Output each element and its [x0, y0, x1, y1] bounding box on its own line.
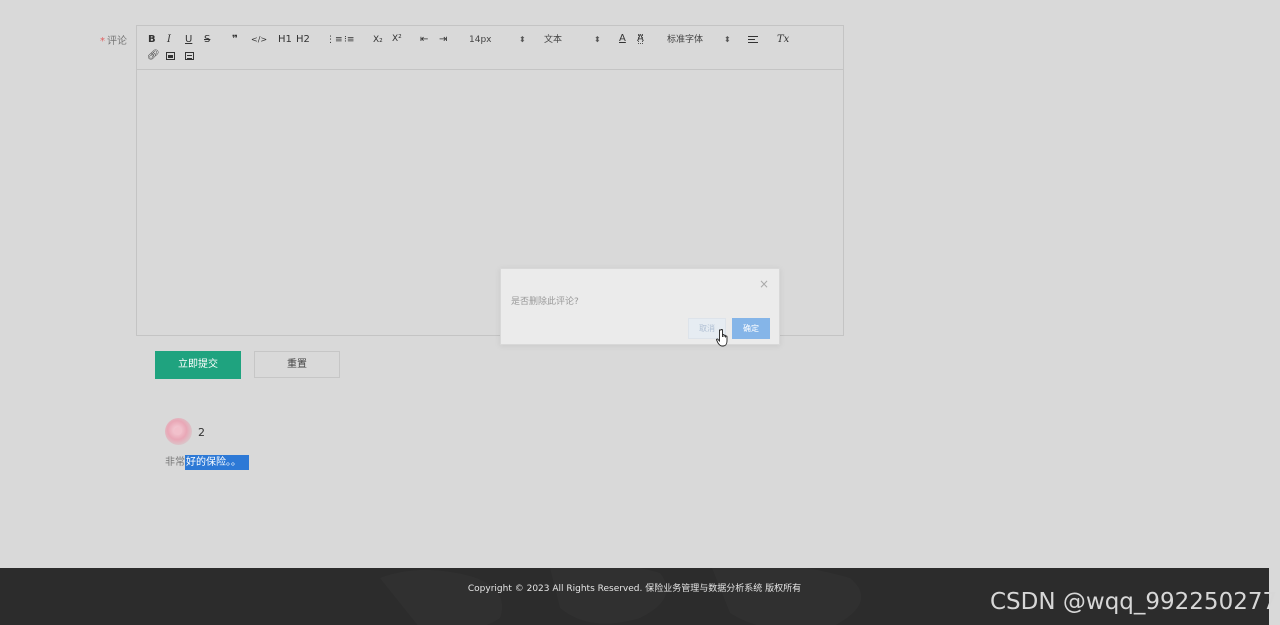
header-1-button[interactable]: H1: [278, 34, 292, 46]
hand-cursor-icon: [716, 329, 728, 347]
underline-button[interactable]: U: [185, 34, 192, 46]
avatar: [165, 418, 192, 445]
bold-button[interactable]: B: [148, 34, 156, 46]
submit-button[interactable]: 立即提交: [155, 351, 241, 379]
outdent-button[interactable]: ⇤: [420, 34, 428, 46]
subscript-button[interactable]: X₂: [373, 34, 383, 46]
link-icon[interactable]: 🔗︎: [147, 50, 160, 62]
indent-button[interactable]: ⇥: [439, 34, 447, 46]
font-family-arrow-icon: ⬍: [724, 35, 731, 44]
required-star: *: [100, 36, 105, 47]
blockquote-button[interactable]: ❞: [232, 34, 238, 46]
close-icon[interactable]: ×: [759, 277, 769, 291]
reset-button[interactable]: 重置: [254, 351, 340, 378]
video-icon[interactable]: [185, 52, 194, 60]
header-2-button[interactable]: H2: [296, 34, 310, 46]
text-style-select[interactable]: 文本: [544, 34, 562, 46]
editor-toolbar: B I U S ❞ </> H1 H2 ⋮≡ ⁝≡ X₂ X² ⇤ ⇥ 14px…: [137, 26, 843, 70]
comment-text: 非常好的保险。。: [165, 455, 249, 470]
text-color-button[interactable]: A: [619, 33, 626, 45]
ordered-list-button[interactable]: ⋮≡: [326, 34, 343, 46]
comment-username: 2: [198, 426, 205, 439]
dialog-message: 是否删除此评论?: [511, 297, 579, 307]
comment-text-plain: 非常: [165, 457, 185, 468]
clean-format-button[interactable]: Tx: [777, 34, 789, 46]
font-family-select[interactable]: 标准字体: [667, 34, 703, 46]
comment-text-selected: 好的保险。。: [185, 455, 249, 470]
confirm-button[interactable]: 确定: [732, 318, 770, 339]
text-style-arrow-icon: ⬍: [594, 35, 601, 44]
comment-label-text: 评论: [107, 36, 127, 47]
font-size-arrow-icon: ⬍: [519, 35, 526, 44]
align-left-icon[interactable]: [748, 36, 758, 45]
italic-button[interactable]: I: [167, 34, 171, 46]
world-map-decoration: [380, 568, 862, 625]
bullet-list-button[interactable]: ⁝≡: [344, 34, 354, 46]
image-icon[interactable]: [166, 52, 175, 60]
delete-confirm-dialog: × 是否删除此评论? 取消 确定: [500, 268, 780, 345]
superscript-button[interactable]: X²: [392, 33, 402, 45]
code-block-button[interactable]: </>: [251, 34, 267, 46]
watermark: CSDN @wqq_992250277: [990, 589, 1278, 615]
font-size-select[interactable]: 14px: [469, 34, 492, 46]
comment-label: * 评论: [100, 32, 127, 47]
strike-button[interactable]: S: [204, 34, 210, 46]
background-color-button[interactable]: A: [637, 33, 644, 45]
